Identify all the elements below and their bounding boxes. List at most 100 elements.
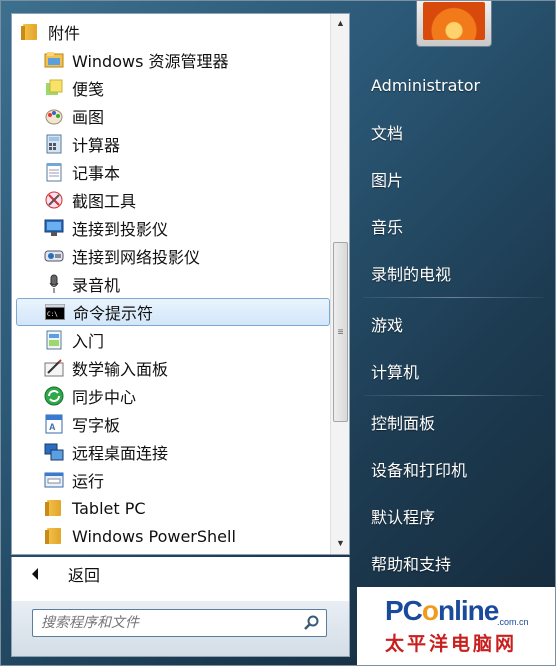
program-label: 录音机 <box>72 276 121 295</box>
program-item[interactable]: 运行 <box>16 466 330 494</box>
subfolder-item[interactable]: Tablet PC <box>16 494 330 522</box>
program-item[interactable]: 便笺 <box>16 74 330 102</box>
program-item[interactable]: 入门 <box>16 326 330 354</box>
watermark-brand: PConline <box>385 595 499 627</box>
folder-icon <box>44 526 64 546</box>
program-item[interactable]: 远程桌面连接 <box>16 438 330 466</box>
pconline-watermark: PConline .com.cn 太平洋电脑网 <box>357 587 555 665</box>
user-avatar[interactable] <box>416 1 492 47</box>
program-label: 入门 <box>72 332 105 351</box>
right-item-label: 帮助和支持 <box>371 555 452 574</box>
program-label: 数学输入面板 <box>72 360 169 379</box>
games-link[interactable]: 游戏 <box>363 309 543 339</box>
right-item-label: 录制的电视 <box>371 265 452 284</box>
right-item-label: 计算机 <box>371 363 420 382</box>
right-item-label: 音乐 <box>371 218 404 237</box>
calculator-icon <box>44 134 64 154</box>
snipping-tool-icon <box>44 190 64 210</box>
program-label: 计算器 <box>72 136 121 155</box>
brand-part: PC <box>385 595 423 626</box>
music-link[interactable]: 音乐 <box>363 211 543 241</box>
svg-text:C:\: C:\ <box>47 311 58 318</box>
brand-part: o <box>421 595 439 626</box>
documents-link[interactable]: 文档 <box>363 117 543 147</box>
paint-icon <box>44 106 64 126</box>
program-label: 记事本 <box>72 164 121 183</box>
scroll-up-button[interactable]: ▲ <box>331 14 349 32</box>
computer-link[interactable]: 计算机 <box>363 356 543 386</box>
command-prompt-icon: C:\ <box>45 302 65 322</box>
watermark-cn-name: 太平洋电脑网 <box>385 633 518 655</box>
program-item[interactable]: 计算器 <box>16 130 330 158</box>
program-item[interactable]: 数学输入面板 <box>16 354 330 382</box>
pictures-link[interactable]: 图片 <box>363 164 543 194</box>
run-icon <box>44 470 64 490</box>
control-panel-link[interactable]: 控制面板 <box>363 407 543 437</box>
right-divider <box>363 395 543 396</box>
watermark-domain: .com.cn <box>497 617 529 627</box>
program-label: 截图工具 <box>72 192 137 211</box>
back-button[interactable]: 返回 <box>11 557 350 591</box>
user-name-link[interactable]: Administrator <box>363 70 543 100</box>
network-projector-icon <box>44 246 64 266</box>
program-item[interactable]: 连接到投影仪 <box>16 214 330 242</box>
math-input-icon <box>44 358 64 378</box>
program-item[interactable]: 连接到网络投影仪 <box>16 242 330 270</box>
folder-label: 附件 <box>48 24 81 43</box>
search-input[interactable] <box>33 610 298 636</box>
programs-panel: 附件 Windows 资源管理器 便笺 画图 计算器 记事本 截图工具 连接到投… <box>11 13 350 555</box>
program-item[interactable]: Windows 资源管理器 <box>16 46 330 74</box>
search-area <box>11 601 350 657</box>
right-item-label: 文档 <box>371 124 404 143</box>
brand-part: nline <box>438 595 499 626</box>
recorded-tv-link[interactable]: 录制的电视 <box>363 258 543 288</box>
search-box[interactable] <box>32 609 327 637</box>
right-item-label: 游戏 <box>371 316 404 335</box>
getting-started-icon <box>44 330 64 350</box>
program-label: 便笺 <box>72 80 105 99</box>
sync-center-icon <box>44 386 64 406</box>
default-programs-link[interactable]: 默认程序 <box>363 501 543 531</box>
right-item-label: Administrator <box>371 75 481 95</box>
explorer-icon <box>44 50 64 70</box>
program-label: 远程桌面连接 <box>72 444 169 463</box>
help-support-link[interactable]: 帮助和支持 <box>363 548 543 578</box>
program-label: 同步中心 <box>72 388 137 407</box>
right-item-label: 默认程序 <box>371 508 436 527</box>
program-label: Windows 资源管理器 <box>72 52 229 71</box>
right-item-label: 设备和打印机 <box>371 461 468 480</box>
avatar-flower-picture <box>423 2 485 40</box>
program-item[interactable]: A 写字板 <box>16 410 330 438</box>
program-item-selected[interactable]: C:\ 命令提示符 <box>16 298 330 326</box>
subfolder-label: Tablet PC <box>72 498 146 518</box>
wordpad-icon: A <box>44 414 64 434</box>
search-icon[interactable] <box>298 610 326 636</box>
remote-desktop-icon <box>44 442 64 462</box>
back-arrow-icon <box>32 568 38 580</box>
right-divider <box>363 297 543 298</box>
subfolder-label: Windows PowerShell <box>72 526 236 546</box>
program-label: 画图 <box>72 108 105 127</box>
program-item[interactable]: 录音机 <box>16 270 330 298</box>
devices-printers-link[interactable]: 设备和打印机 <box>363 454 543 484</box>
sound-recorder-icon <box>44 274 64 294</box>
subfolder-item[interactable]: Windows PowerShell <box>16 522 330 550</box>
right-item-label: 图片 <box>371 171 404 190</box>
scroll-thumb[interactable]: ≡ <box>333 242 348 422</box>
program-item[interactable]: 记事本 <box>16 158 330 186</box>
programs-list: 附件 Windows 资源管理器 便笺 画图 计算器 记事本 截图工具 连接到投… <box>12 14 330 554</box>
program-item[interactable]: 画图 <box>16 102 330 130</box>
program-item[interactable]: 同步中心 <box>16 382 330 410</box>
folder-icon <box>20 22 40 42</box>
program-item[interactable]: 截图工具 <box>16 186 330 214</box>
notepad-icon <box>44 162 64 182</box>
folder-accessories[interactable]: 附件 <box>16 18 330 46</box>
right-item-label: 控制面板 <box>371 414 436 433</box>
folder-icon <box>44 498 64 518</box>
scroll-down-button[interactable]: ▼ <box>331 534 349 552</box>
svg-text:A: A <box>49 422 56 432</box>
back-label: 返回 <box>68 566 101 585</box>
program-label: 连接到网络投影仪 <box>72 248 201 267</box>
programs-scrollbar[interactable]: ▲ ≡ ▼ <box>330 14 349 554</box>
projector-icon <box>44 218 64 238</box>
